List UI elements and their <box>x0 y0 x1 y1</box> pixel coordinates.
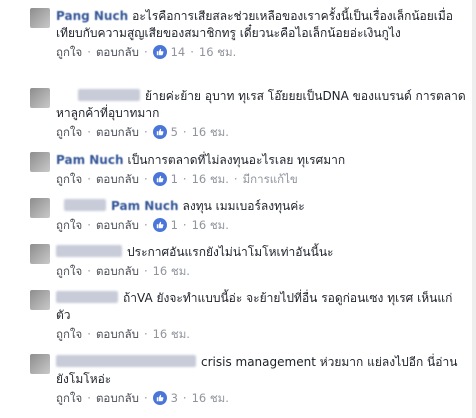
like-link[interactable]: ถูกใจ <box>56 171 82 188</box>
separator: · <box>87 217 91 232</box>
reply-link[interactable]: ตอบกลับ <box>96 326 139 343</box>
commenter-name-blurred[interactable] <box>56 291 118 303</box>
commenter-name-blurred[interactable] <box>56 245 122 257</box>
reply-link[interactable]: ตอบกลับ <box>96 44 139 61</box>
reply-link[interactable]: ตอบกลับ <box>96 124 139 141</box>
reply-link[interactable]: ตอบกลับ <box>96 171 139 188</box>
comment-text: เป็นการตลาดที่ไม่ลงทุนอะไรเลย ทุเรศมาก <box>127 153 346 167</box>
separator: · <box>182 171 187 186</box>
avatar[interactable] <box>30 88 50 108</box>
comment-feed: Pang Nuch อะไรคือการเสียสละช่วยเหลือของเร… <box>0 0 476 418</box>
timestamp[interactable]: 16 ชม. <box>192 390 229 407</box>
reply-link[interactable]: ตอบกลับ <box>96 263 139 280</box>
like-link[interactable]: ถูกใจ <box>56 390 82 407</box>
separator: · <box>182 217 187 232</box>
reaction-count[interactable]: 5 <box>171 124 178 141</box>
timestamp[interactable]: 16 ชม. <box>153 326 190 343</box>
avatar[interactable] <box>30 8 50 28</box>
reply-link[interactable]: ตอบกลับ <box>96 217 139 234</box>
separator: · <box>190 44 194 59</box>
separator: · <box>87 171 91 186</box>
avatar[interactable] <box>30 354 50 374</box>
separator: · <box>143 390 148 405</box>
separator: · <box>233 171 238 186</box>
avatar[interactable] <box>30 198 50 218</box>
like-link[interactable]: ถูกใจ <box>56 124 82 141</box>
separator: · <box>143 44 148 59</box>
separator: · <box>87 44 91 59</box>
reaction-count[interactable]: 1 <box>171 171 178 188</box>
thumbs-up-icon[interactable] <box>152 45 167 59</box>
like-link[interactable]: ถูกใจ <box>56 263 82 280</box>
timestamp[interactable]: 16 ชม. <box>192 217 229 234</box>
separator: · <box>143 217 148 232</box>
comment-meta: ถูกใจ · ตอบกลับ · 1 · 16 ชม. <box>56 217 466 233</box>
reaction-count[interactable]: 3 <box>171 390 178 407</box>
commenter-name[interactable]: Pang Nuch <box>56 9 128 23</box>
reaction-count[interactable]: 1 <box>171 217 178 234</box>
avatar[interactable] <box>30 152 50 172</box>
commenter-name-blurred[interactable] <box>78 89 140 101</box>
thumbs-up-icon[interactable] <box>152 125 167 139</box>
timestamp[interactable]: 16 ชม. <box>192 124 229 141</box>
separator: · <box>87 124 91 139</box>
comment-meta: ถูกใจ · ตอบกลับ · 16 ชม. <box>56 326 466 342</box>
separator: · <box>87 390 91 405</box>
thumbs-up-icon[interactable] <box>152 172 167 186</box>
separator: · <box>143 263 148 278</box>
commenter-name[interactable]: Pam Nuch <box>111 199 179 213</box>
comment-meta: ถูกใจ · ตอบกลับ · 3 · 16 ชม. <box>56 390 466 406</box>
reaction-count[interactable]: 14 <box>171 44 186 61</box>
scrollbar[interactable] <box>472 0 476 418</box>
comment-meta: ถูกใจ · ตอบกลับ · 14 · 16 ชม. <box>56 44 466 60</box>
separator: · <box>143 171 148 186</box>
edited-label[interactable]: มีการแก้ไข <box>243 171 298 188</box>
reply-link[interactable]: ตอบกลับ <box>96 390 139 407</box>
separator: · <box>182 390 187 405</box>
thumbs-up-icon[interactable] <box>152 218 167 232</box>
commenter-name[interactable]: Pam Nuch <box>56 153 124 167</box>
comment-text: ประกาศอันแรกยังไม่น่าโมโหเท่าอันนี้นะ <box>127 245 334 259</box>
like-link[interactable]: ถูกใจ <box>56 44 82 61</box>
commenter-name-blurred[interactable] <box>64 199 106 211</box>
thumbs-up-icon[interactable] <box>152 391 167 405</box>
comment-meta: ถูกใจ · ตอบกลับ · 5 · 16 ชม. <box>56 124 466 140</box>
separator: · <box>143 326 148 341</box>
timestamp[interactable]: 16 ชม. <box>192 171 229 188</box>
timestamp[interactable]: 16 ชม. <box>153 263 190 280</box>
avatar[interactable] <box>30 244 50 264</box>
avatar[interactable] <box>30 290 50 310</box>
timestamp[interactable]: 16 ชม. <box>199 44 236 61</box>
separator: · <box>87 263 91 278</box>
comment-meta: ถูกใจ · ตอบกลับ · 16 ชม. <box>56 263 466 279</box>
comment-meta: ถูกใจ · ตอบกลับ · 1 · 16 ชม. · มีการแก้ไ… <box>56 171 466 187</box>
comment-text: ลงทุน เมมเบอร์ลงทุนค่ะ <box>182 199 305 213</box>
separator: · <box>182 124 187 139</box>
separator: · <box>87 326 91 341</box>
like-link[interactable]: ถูกใจ <box>56 326 82 343</box>
like-link[interactable]: ถูกใจ <box>56 217 82 234</box>
commenter-name-blurred[interactable] <box>56 355 196 367</box>
separator: · <box>143 124 148 139</box>
